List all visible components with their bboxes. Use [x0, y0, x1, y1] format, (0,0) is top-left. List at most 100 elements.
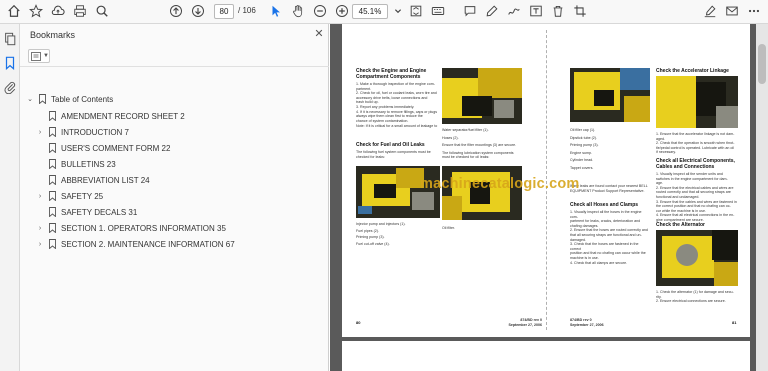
bookmark-flag-icon [49, 175, 56, 185]
bookmark-item[interactable]: ABBREVIATION LIST 24 [36, 173, 150, 187]
zoom-out-icon[interactable] [312, 3, 328, 19]
bookmark-item[interactable]: AMENDMENT RECORD SHEET 2 [36, 109, 185, 123]
heading-alternator: Check the Alternator [656, 222, 705, 228]
page-total-label: / 106 [238, 6, 256, 15]
bookmark-item[interactable]: › SAFETY 25 [36, 189, 103, 203]
bookmark-label: SAFETY 25 [61, 191, 104, 201]
note-leakage: Note: If it is critical for a small amou… [356, 124, 438, 128]
fuel-captions: Injector pump and injectors (1). Fuel pi… [356, 222, 406, 246]
heading-hoses-clamps: Check all Hoses and Clamps [570, 202, 639, 208]
chevron-right-icon[interactable]: › [36, 129, 44, 136]
select-cursor-icon[interactable] [268, 3, 284, 19]
attachment-icon[interactable] [3, 80, 17, 95]
fit-page-icon[interactable] [408, 3, 424, 19]
crop-icon[interactable] [572, 3, 588, 19]
bookmark-icon[interactable] [3, 56, 17, 71]
alternator-photo [656, 230, 738, 286]
filter-captions: Water separator/fuel filter (1). Hoses (… [442, 128, 517, 160]
highlight-pen-icon[interactable] [484, 3, 500, 19]
panel-divider [20, 66, 329, 67]
chevron-down-icon[interactable]: ⌄ [26, 95, 34, 103]
bookmark-item[interactable]: › SECTION 2. MAINTENANCE INFORMATION 67 [36, 237, 235, 251]
zoom-in-icon[interactable] [334, 3, 350, 19]
alternator-steps: 1. Check the alternator (1) for damage a… [656, 290, 734, 304]
home-icon[interactable] [6, 3, 22, 19]
heading-fuel-oil-leaks: Check for Fuel and Oil Leaks [356, 142, 425, 148]
bookmark-flag-icon [49, 207, 56, 217]
bookmark-item[interactable]: USER'S COMMENT FORM 22 [36, 141, 170, 155]
bookmark-flag-icon [49, 159, 56, 169]
page-down-icon[interactable] [190, 3, 206, 19]
bookmark-label: SAFETY DECALS 31 [61, 207, 138, 217]
bookmarks-panel: Bookmarks ✕ ▼ ⌄ Table of Contents AMENDM… [20, 24, 329, 371]
electrical-steps: 1. Visually inspect all the sender units… [656, 172, 737, 222]
bookmark-label: BULLETINS 23 [61, 159, 116, 169]
fuel-system-text: The following fuel system components mus… [356, 150, 431, 159]
text-select-icon[interactable] [528, 3, 544, 19]
search-icon[interactable] [94, 3, 110, 19]
right-captions: Oil filler cap (1). Dipstick tube (2). P… [570, 128, 599, 170]
chevron-right-icon[interactable]: › [36, 225, 44, 232]
bookmark-label: SECTION 2. MAINTENANCE INFORMATION 67 [61, 239, 235, 249]
page-number-input[interactable]: 80 [214, 4, 234, 19]
panel-title: Bookmarks [30, 30, 76, 40]
watermark-text: machinecatalogic.com [420, 176, 580, 192]
fuel-system-photo [356, 166, 440, 218]
toolbar: 80 / 106 45.1% [0, 0, 768, 24]
steps-engine: 1. Make a thorough inspection of the eng… [356, 82, 438, 123]
bookmark-options-button[interactable]: ▼ [28, 49, 50, 63]
trash-icon[interactable] [550, 3, 566, 19]
list-options-icon [31, 52, 41, 61]
bookmark-item[interactable]: › INTRODUCTION 7 [36, 125, 129, 139]
bookmark-toc[interactable]: ⌄ Table of Contents [26, 92, 113, 106]
footer-right: 874/BD rev 0 September 27, 2006 [570, 318, 604, 327]
mail-icon[interactable] [724, 3, 740, 19]
chevron-right-icon[interactable]: › [36, 193, 44, 200]
heading-electrical: Check all Electrical Components, Cables … [656, 158, 735, 170]
keyboard-icon[interactable] [430, 3, 446, 19]
bookmark-flag-icon [49, 239, 56, 249]
page-thumbnails-icon[interactable] [3, 32, 17, 46]
bookmark-flag-icon [49, 143, 56, 153]
close-icon[interactable]: ✕ [313, 28, 325, 40]
navigation-rail [0, 24, 20, 371]
draw-icon[interactable] [506, 3, 522, 19]
bookmark-item[interactable]: BULLETINS 23 [36, 157, 116, 171]
chevron-right-icon[interactable]: › [36, 241, 44, 248]
page-number-right: 81 [732, 320, 737, 325]
bookmark-flag-icon [49, 223, 56, 233]
bookmark-item[interactable]: › SECTION 1. OPERATORS INFORMATION 35 [36, 221, 226, 235]
hand-tool-icon[interactable] [290, 3, 306, 19]
bookmark-label: ABBREVIATION LIST 24 [61, 175, 150, 185]
page-up-icon[interactable] [168, 3, 184, 19]
heading-accelerator: Check the Accelerator Linkage [656, 68, 729, 74]
chevron-down-icon[interactable] [390, 3, 406, 19]
bookmark-label: USER'S COMMENT FORM 22 [61, 143, 171, 153]
bookmark-label: INTRODUCTION 7 [61, 127, 129, 137]
vertical-scrollbar[interactable] [756, 24, 768, 371]
page-number-left: 80 [356, 320, 361, 325]
cloud-upload-icon[interactable] [50, 3, 66, 19]
footer-left: 874/BD rev 0 September 27, 2006 [508, 318, 542, 327]
accelerator-photo [656, 76, 738, 128]
more-options-icon[interactable] [746, 3, 762, 19]
bookmark-flag-icon [49, 127, 56, 137]
zoom-level-select[interactable]: 45.1% [352, 4, 388, 19]
next-page-spread[interactable] [342, 341, 750, 371]
star-icon[interactable] [28, 3, 44, 19]
bookmark-label: SECTION 1. OPERATORS INFORMATION 35 [61, 223, 226, 233]
filter-photo [442, 68, 522, 124]
bookmark-flag-icon [49, 191, 56, 201]
scrollbar-thumb[interactable] [758, 44, 766, 84]
oil-filter-photo [442, 166, 522, 220]
print-icon[interactable] [72, 3, 88, 19]
comment-icon[interactable] [462, 3, 478, 19]
bookmark-item[interactable]: SAFETY DECALS 31 [36, 205, 137, 219]
bookmark-flag-icon [49, 111, 56, 121]
bookmark-flag-icon [39, 94, 46, 104]
accel-steps: 1. Ensure that the accelerator linkage i… [656, 132, 735, 155]
sign-pen-icon[interactable] [702, 3, 718, 19]
bookmark-label: AMENDMENT RECORD SHEET 2 [61, 111, 185, 121]
heading-engine-compartment: Check the Engine and Engine Compartment … [356, 68, 427, 80]
oil-filler-photo [570, 68, 650, 122]
